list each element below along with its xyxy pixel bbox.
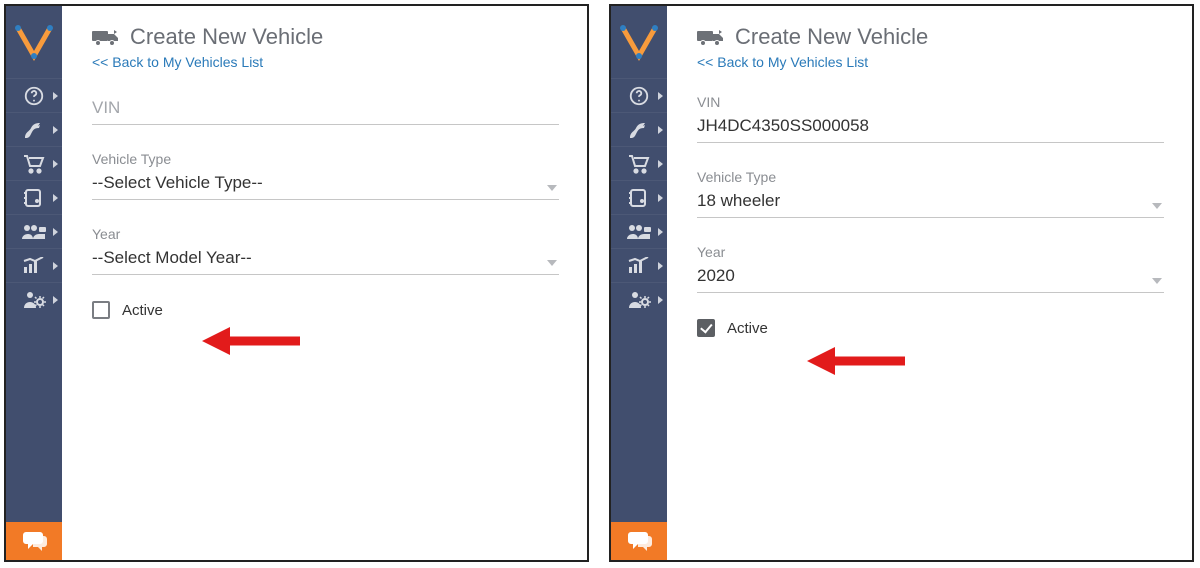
cart-icon	[627, 154, 651, 174]
chevron-right-icon	[658, 92, 663, 100]
form-area: Create New Vehicle << Back to My Vehicle…	[667, 6, 1192, 560]
team-icon	[626, 223, 652, 241]
vin-input[interactable]	[92, 94, 559, 125]
nav-routes[interactable]	[611, 112, 667, 146]
form-area: Create New Vehicle << Back to My Vehicle…	[62, 6, 587, 560]
page-header: Create New Vehicle << Back to My Vehicle…	[697, 24, 1164, 70]
chevron-right-icon	[658, 126, 663, 134]
vehicle-type-label: Vehicle Type	[92, 151, 559, 167]
analytics-icon	[22, 257, 46, 275]
panel-empty-form: Create New Vehicle << Back to My Vehicle…	[4, 4, 589, 562]
nav-addressbook[interactable]	[611, 180, 667, 214]
back-link[interactable]: << Back to My Vehicles List	[92, 54, 559, 70]
help-icon	[23, 85, 45, 107]
nav-cart[interactable]	[611, 146, 667, 180]
year-field: Year	[92, 226, 559, 275]
admin-icon	[627, 290, 651, 310]
brand-logo[interactable]	[611, 6, 667, 78]
vin-input[interactable]	[697, 112, 1164, 143]
team-icon	[21, 223, 47, 241]
routes-icon	[22, 120, 46, 140]
chevron-right-icon	[53, 296, 58, 304]
truck-icon	[92, 27, 120, 47]
chevron-right-icon	[53, 160, 58, 168]
analytics-icon	[627, 257, 651, 275]
year-field: Year	[697, 244, 1164, 293]
sidebar	[6, 6, 62, 560]
chevron-right-icon	[658, 228, 663, 236]
year-select[interactable]	[697, 262, 1164, 293]
chat-icon	[626, 530, 652, 552]
active-row: Active	[697, 319, 1164, 337]
chat-button[interactable]	[611, 522, 667, 560]
year-label: Year	[92, 226, 559, 242]
nav-addressbook[interactable]	[6, 180, 62, 214]
nav-team[interactable]	[611, 214, 667, 248]
chevron-right-icon	[658, 194, 663, 202]
addressbook-icon	[23, 188, 45, 208]
nav-team[interactable]	[6, 214, 62, 248]
chevron-right-icon	[53, 194, 58, 202]
chevron-right-icon	[53, 126, 58, 134]
active-checkbox[interactable]	[92, 301, 110, 319]
chevron-right-icon	[658, 296, 663, 304]
active-label: Active	[727, 320, 768, 337]
nav-routes[interactable]	[6, 112, 62, 146]
nav-admin[interactable]	[6, 282, 62, 316]
nav-cart[interactable]	[6, 146, 62, 180]
nav	[6, 78, 62, 316]
vehicle-type-select[interactable]	[92, 169, 559, 200]
page-title: Create New Vehicle	[735, 24, 928, 50]
active-label: Active	[122, 302, 163, 319]
addressbook-icon	[628, 188, 650, 208]
chevron-right-icon	[53, 92, 58, 100]
routes-icon	[627, 120, 651, 140]
vin-label: VIN	[697, 94, 1164, 110]
brand-logo[interactable]	[6, 6, 62, 78]
nav-analytics[interactable]	[6, 248, 62, 282]
page-header: Create New Vehicle << Back to My Vehicle…	[92, 24, 559, 70]
chevron-right-icon	[658, 160, 663, 168]
year-select[interactable]	[92, 244, 559, 275]
vehicle-type-field: Vehicle Type	[92, 151, 559, 200]
vehicle-type-field: Vehicle Type	[697, 169, 1164, 218]
year-label: Year	[697, 244, 1164, 260]
help-icon	[628, 85, 650, 107]
back-link[interactable]: << Back to My Vehicles List	[697, 54, 1164, 70]
nav-admin[interactable]	[611, 282, 667, 316]
nav-help[interactable]	[611, 78, 667, 112]
vin-field	[92, 94, 559, 125]
active-checkbox[interactable]	[697, 319, 715, 337]
chevron-right-icon	[53, 262, 58, 270]
truck-icon	[697, 27, 725, 47]
chevron-right-icon	[53, 228, 58, 236]
sidebar	[611, 6, 667, 560]
chevron-right-icon	[658, 262, 663, 270]
vehicle-type-select[interactable]	[697, 187, 1164, 218]
nav	[611, 78, 667, 316]
nav-help[interactable]	[6, 78, 62, 112]
cart-icon	[22, 154, 46, 174]
chat-icon	[21, 530, 47, 552]
admin-icon	[22, 290, 46, 310]
chat-button[interactable]	[6, 522, 62, 560]
panel-filled-form: Create New Vehicle << Back to My Vehicle…	[609, 4, 1194, 562]
vin-field: VIN	[697, 94, 1164, 143]
nav-analytics[interactable]	[611, 248, 667, 282]
active-row: Active	[92, 301, 559, 319]
page-title: Create New Vehicle	[130, 24, 323, 50]
vehicle-type-label: Vehicle Type	[697, 169, 1164, 185]
